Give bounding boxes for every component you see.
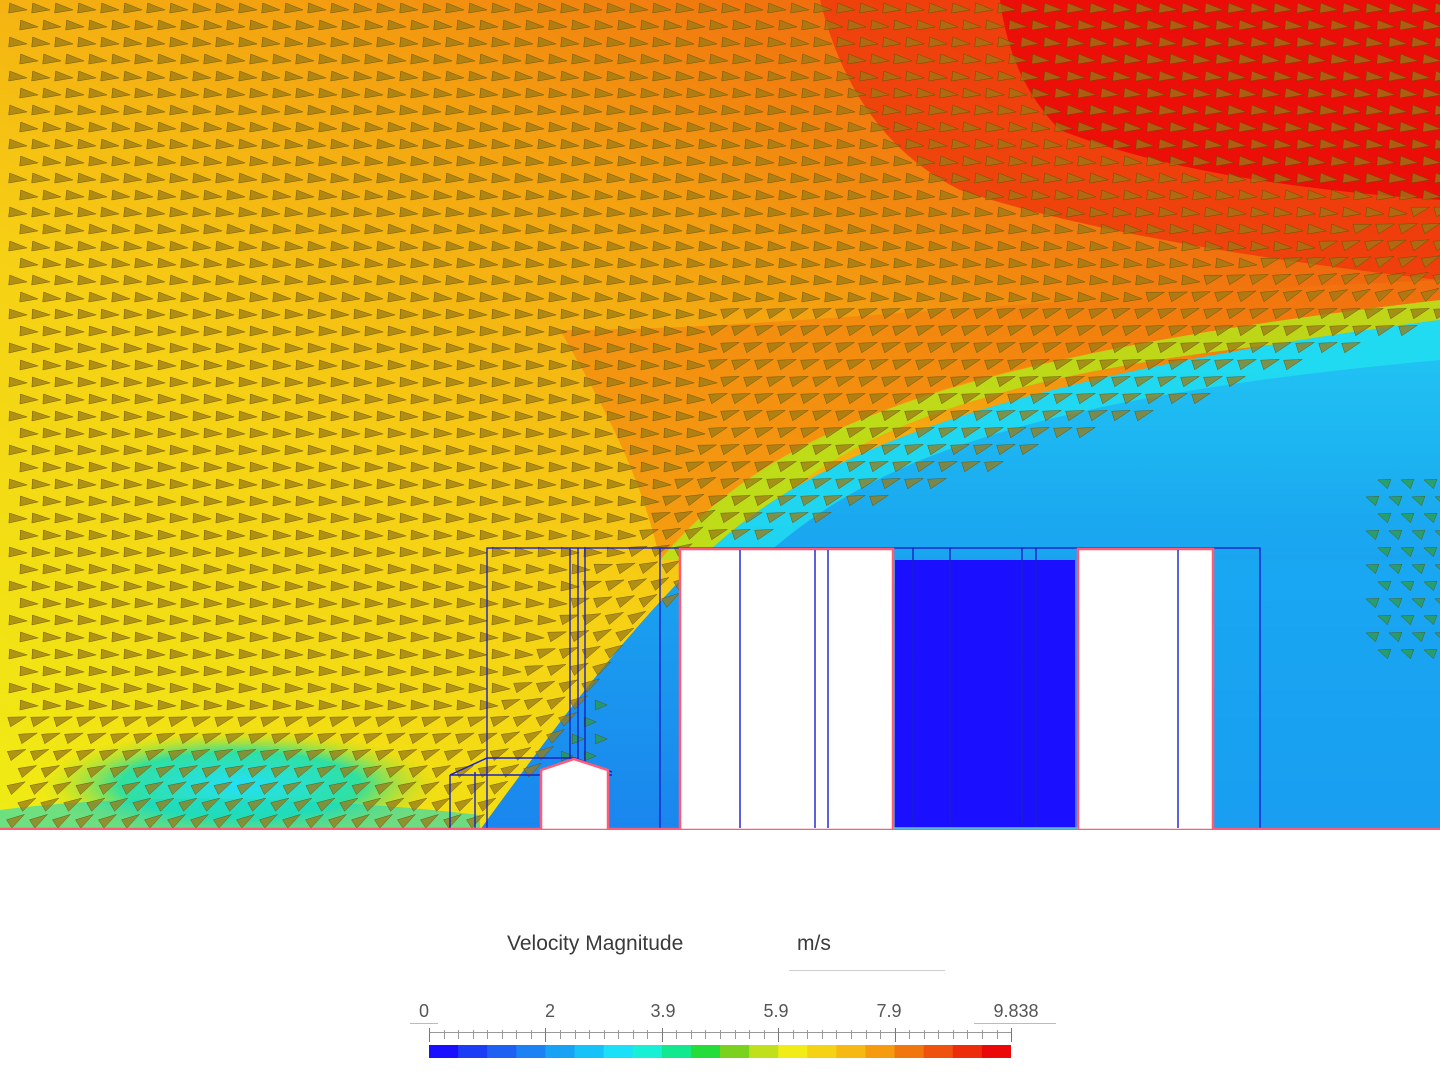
legend-swatch bbox=[690, 1045, 721, 1058]
legend-unit-underline bbox=[789, 970, 945, 971]
legend-tick-mark bbox=[429, 1028, 430, 1042]
velocity-arrow bbox=[1434, 2, 1440, 14]
legend-tick-mark bbox=[443, 1030, 445, 1039]
velocity-arrow bbox=[1434, 104, 1440, 116]
legend-tick-mark bbox=[981, 1030, 983, 1039]
color-legend: Velocity Magnitude m/s 0 2 3.9 5.9 7.9 9… bbox=[400, 900, 1080, 1070]
legend-swatch bbox=[836, 1045, 867, 1058]
legend-color-bar bbox=[429, 1045, 1011, 1058]
legend-tick-mark bbox=[792, 1030, 794, 1039]
legend-tick-mark bbox=[836, 1030, 838, 1039]
building-2 bbox=[1076, 547, 1215, 830]
legend-tick-mark bbox=[807, 1030, 809, 1039]
legend-tick-mark bbox=[720, 1030, 721, 1039]
legend-tick-mark bbox=[632, 1030, 634, 1039]
legend-swatch bbox=[865, 1045, 896, 1058]
legend-swatch bbox=[487, 1045, 517, 1058]
legend-tick-underline bbox=[974, 1023, 1056, 1024]
legend-tick-mark bbox=[734, 1030, 736, 1039]
legend-tick-label: 2 bbox=[544, 1001, 556, 1021]
legend-swatch bbox=[458, 1045, 488, 1058]
building-1 bbox=[678, 547, 895, 830]
legend-tick-mark bbox=[952, 1030, 954, 1039]
legend-swatch bbox=[720, 1045, 750, 1058]
legend-swatch bbox=[545, 1045, 576, 1058]
legend-unit: m/s bbox=[797, 932, 831, 955]
velocity-arrow bbox=[1434, 138, 1440, 150]
velocity-arrow bbox=[1434, 70, 1440, 82]
legend-tick-mark bbox=[676, 1030, 678, 1039]
legend-tick-mark bbox=[472, 1030, 474, 1039]
legend-swatch bbox=[807, 1045, 837, 1058]
legend-tick-label: 5.9 bbox=[763, 1001, 789, 1021]
legend-tick-mark bbox=[705, 1030, 707, 1039]
downstream-patch bbox=[1210, 560, 1440, 830]
legend-swatch bbox=[981, 1045, 1011, 1058]
legend-tick-mark bbox=[458, 1030, 460, 1039]
legend-tick-mark bbox=[894, 1028, 896, 1042]
legend-tick-mark bbox=[545, 1028, 547, 1042]
legend-swatch bbox=[894, 1045, 925, 1058]
velocity-field-viewport[interactable] bbox=[0, 0, 1440, 830]
legend-swatch bbox=[661, 1045, 692, 1058]
legend-tick-mark bbox=[516, 1030, 518, 1039]
legend-tick-mark bbox=[618, 1030, 620, 1039]
velocity-contour-plot bbox=[0, 0, 1440, 830]
legend-tick-mark bbox=[996, 1030, 998, 1039]
legend-tick-mark bbox=[778, 1028, 780, 1042]
legend-swatch bbox=[749, 1045, 779, 1058]
legend-swatch bbox=[603, 1045, 634, 1058]
legend-tick-mark bbox=[865, 1030, 867, 1039]
legend-tick-mark bbox=[530, 1030, 532, 1039]
legend-tick-mark bbox=[690, 1030, 692, 1039]
legend-tick-mark bbox=[574, 1030, 576, 1039]
legend-tick-mark bbox=[850, 1030, 852, 1039]
legend-tick-label: 3.9 bbox=[650, 1001, 676, 1021]
legend-tick-mark bbox=[909, 1030, 911, 1039]
legend-tick-mark bbox=[763, 1030, 765, 1039]
small-house bbox=[539, 757, 610, 830]
legend-swatch bbox=[778, 1045, 808, 1058]
legend-swatch bbox=[952, 1045, 983, 1058]
legend-tick-mark bbox=[1011, 1028, 1012, 1042]
legend-swatch bbox=[923, 1045, 954, 1058]
legend-swatch bbox=[429, 1045, 459, 1058]
legend-tick-label: 9.838 bbox=[993, 1001, 1039, 1021]
legend-tick-mark bbox=[749, 1030, 751, 1039]
legend-tick-underline bbox=[410, 1023, 438, 1024]
legend-tick-mark bbox=[501, 1030, 503, 1039]
legend-swatch bbox=[516, 1045, 546, 1058]
legend-swatch bbox=[632, 1045, 663, 1058]
legend-tick-mark bbox=[821, 1030, 823, 1039]
legend-tick-mark bbox=[880, 1030, 882, 1039]
velocity-arrow bbox=[1434, 36, 1440, 48]
legend-tick-mark bbox=[603, 1030, 605, 1039]
legend-tick-mark bbox=[661, 1028, 663, 1042]
legend-tick-mark bbox=[967, 1030, 969, 1039]
velocity-arrow bbox=[1434, 172, 1440, 184]
legend-tick-mark bbox=[938, 1030, 940, 1039]
legend-tick-mark bbox=[559, 1030, 561, 1039]
legend-tick-label: 0 bbox=[418, 1001, 430, 1021]
legend-swatch bbox=[574, 1045, 605, 1058]
legend-tick-label: 7.9 bbox=[876, 1001, 902, 1021]
legend-tick-mark bbox=[589, 1030, 591, 1039]
legend-tick-mark bbox=[647, 1030, 649, 1039]
legend-tick-mark bbox=[923, 1030, 925, 1039]
legend-title: Velocity Magnitude bbox=[507, 932, 684, 955]
legend-tick-mark bbox=[487, 1030, 489, 1039]
